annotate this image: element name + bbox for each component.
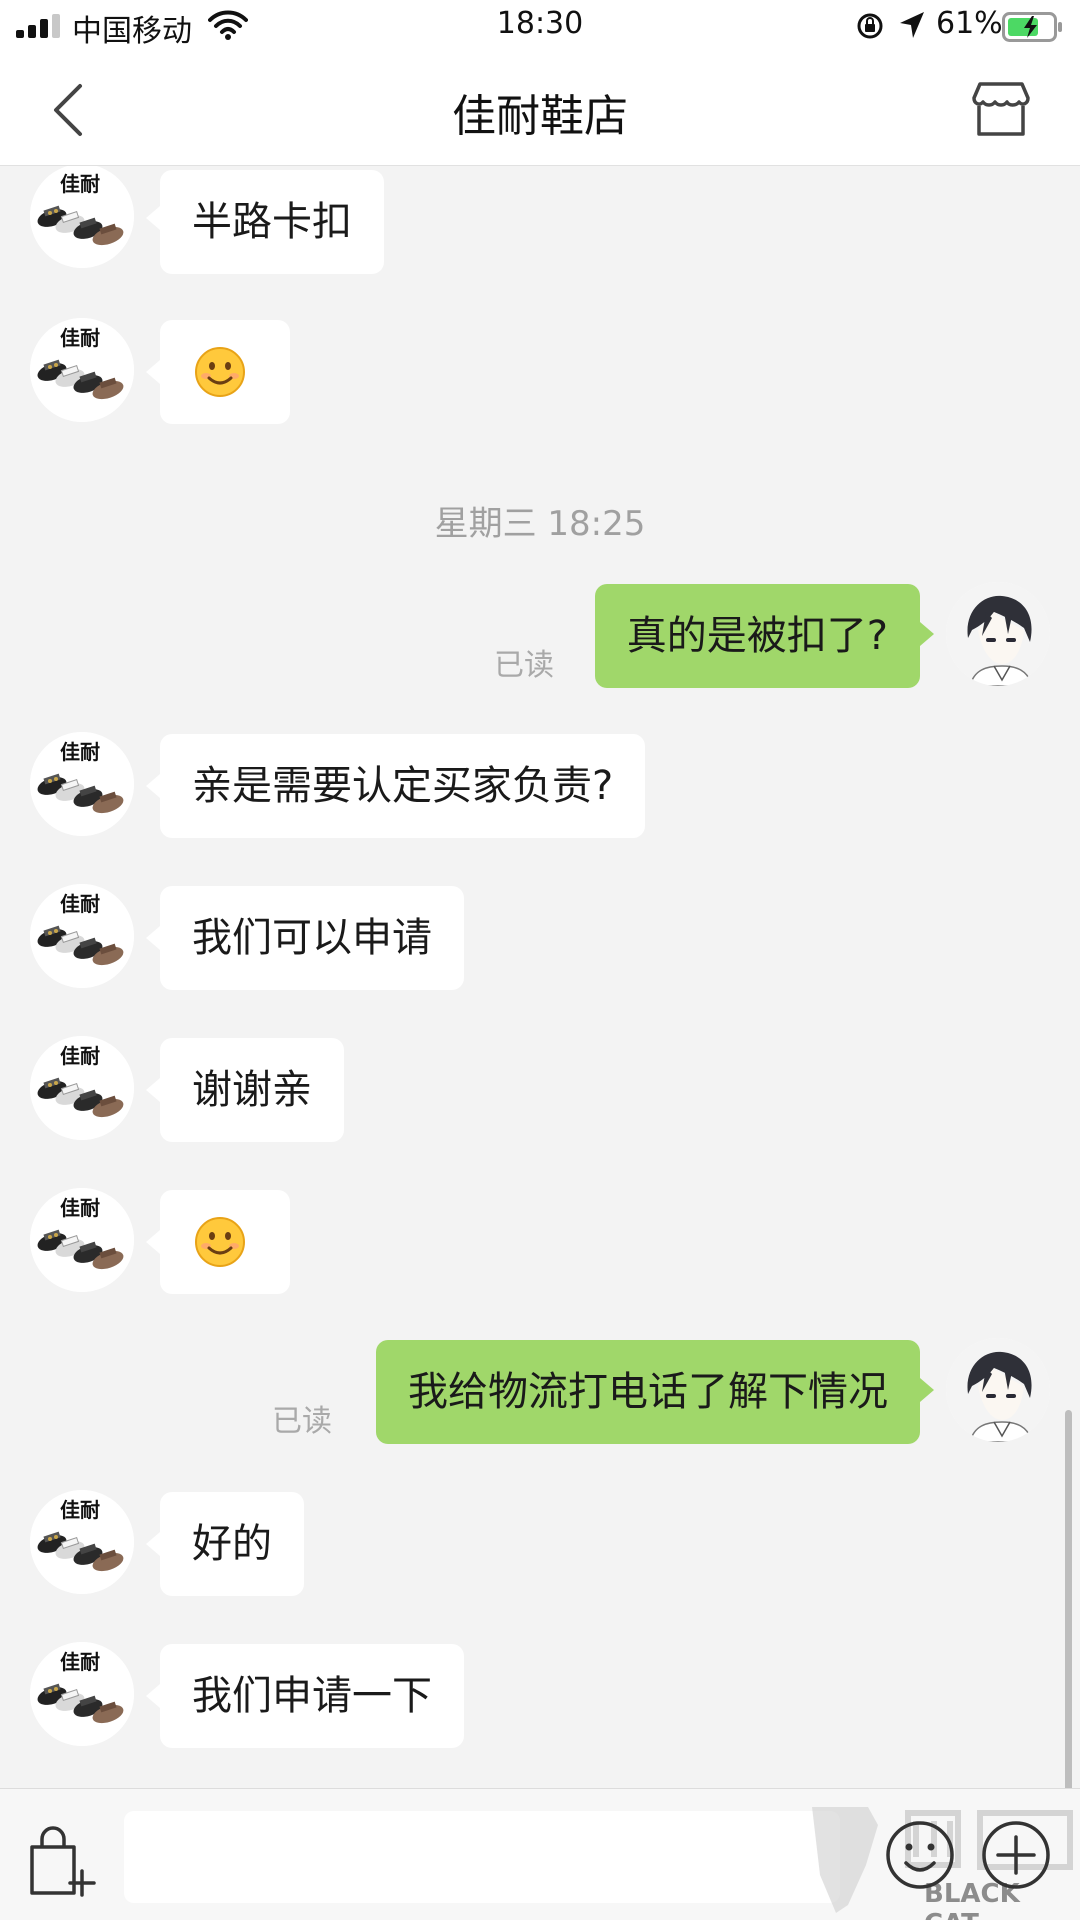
message-input[interactable] — [124, 1811, 840, 1903]
read-status: 已读 — [272, 1404, 332, 1439]
orientation-lock-icon — [857, 13, 883, 39]
shop-avatar[interactable]: 佳耐 — [30, 1036, 134, 1140]
battery-percent: 61% — [936, 6, 1003, 41]
shop-avatar-label: 佳耐 — [60, 1498, 100, 1522]
user-avatar[interactable] — [946, 582, 1050, 686]
user-avatar[interactable] — [946, 1338, 1050, 1442]
message-bubble[interactable]: 我给物流打电话了解下情况 — [376, 1340, 920, 1444]
message-bubble[interactable]: 我们申请一下 — [160, 1644, 464, 1748]
timestamp-divider: 星期三 18:25 — [434, 504, 646, 544]
chat-area[interactable]: 佳耐 半路卡扣 佳耐 星期三 18:25 真的是被扣了? 已读 佳耐 亲是需要认… — [0, 166, 1080, 1788]
shop-avatar[interactable]: 佳耐 — [30, 1188, 134, 1292]
read-status: 已读 — [494, 648, 554, 683]
nav-bar: 佳耐鞋店 — [0, 52, 1080, 166]
shop-avatar-label: 佳耐 — [60, 326, 100, 350]
message-bubble[interactable]: 谢谢亲 — [160, 1038, 344, 1142]
shop-avatar[interactable]: 佳耐 — [30, 166, 134, 268]
message-bubble[interactable]: 亲是需要认定买家负责? — [160, 734, 646, 838]
smile-emoji — [194, 1216, 246, 1268]
plus-icon[interactable] — [980, 1819, 1052, 1891]
battery-icon — [1002, 12, 1062, 42]
shop-avatar[interactable]: 佳耐 — [30, 732, 134, 836]
emoji-message-bubble[interactable] — [160, 1190, 290, 1294]
shop-avatar-label: 佳耐 — [60, 892, 100, 916]
message-bubble[interactable]: 我们可以申请 — [160, 886, 464, 990]
shop-avatar-label: 佳耐 — [60, 1650, 100, 1674]
input-bar: BLACK CAT — [0, 1788, 1080, 1920]
shop-avatar-label: 佳耐 — [60, 1044, 100, 1068]
emoji-message-bubble[interactable] — [160, 320, 290, 424]
shop-avatar[interactable]: 佳耐 — [30, 1642, 134, 1746]
shop-avatar[interactable]: 佳耐 — [30, 1490, 134, 1594]
shop-avatar[interactable]: 佳耐 — [30, 884, 134, 988]
shop-avatar-label: 佳耐 — [60, 1196, 100, 1220]
message-bubble[interactable]: 真的是被扣了? — [594, 584, 920, 688]
shop-avatar-label: 佳耐 — [60, 172, 100, 196]
shopping-bag-add-icon[interactable] — [28, 1825, 98, 1897]
message-bubble[interactable]: 好的 — [160, 1492, 304, 1596]
scrollbar[interactable] — [1065, 1410, 1072, 1788]
message-bubble[interactable]: 半路卡扣 — [160, 170, 384, 274]
store-icon[interactable] — [972, 80, 1030, 138]
emoji-icon[interactable] — [884, 1819, 956, 1891]
shop-avatar-label: 佳耐 — [60, 740, 100, 764]
smile-emoji — [194, 346, 246, 398]
location-icon — [900, 12, 924, 38]
page-title: 佳耐鞋店 — [452, 91, 628, 142]
status-bar: 中国移动 18:30 61% — [0, 0, 1080, 52]
shop-avatar[interactable]: 佳耐 — [30, 318, 134, 422]
